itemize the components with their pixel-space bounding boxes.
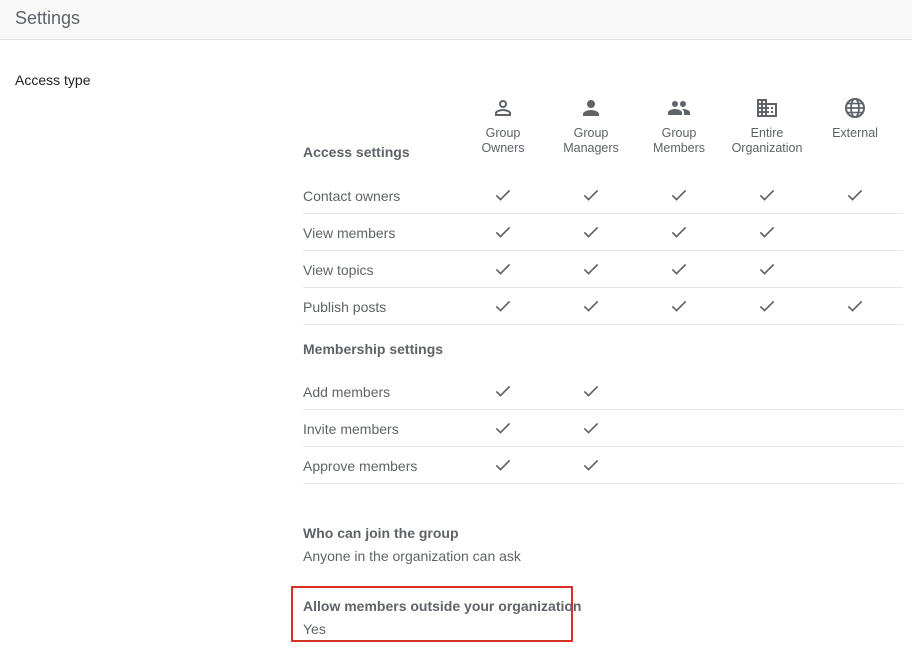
column-group-owners: Group Owners [459, 96, 547, 156]
allow-external-members-setting[interactable]: Allow members outside your organization … [291, 586, 581, 642]
column-entire-organization: Entire Organization [723, 96, 811, 156]
column-label: External [832, 126, 878, 140]
check-icon [583, 263, 599, 275]
membership-setting-row: Invite members [303, 410, 903, 447]
check-icon [583, 189, 599, 201]
check-icon [671, 189, 687, 201]
person-outline-icon [495, 100, 511, 116]
who-can-join-setting[interactable]: Who can join the group Anyone in the org… [303, 525, 521, 564]
row-label: View topics [303, 262, 374, 278]
access-setting-row: Contact owners [303, 177, 903, 214]
check-icon [759, 226, 775, 238]
column-label: Group Managers [563, 126, 619, 155]
membership-setting-row: Approve members [303, 447, 903, 484]
who-can-join-label: Who can join the group [303, 525, 459, 541]
column-label: Group Members [652, 126, 706, 155]
check-icon [671, 226, 687, 238]
who-can-join-value: Anyone in the organization can ask [303, 548, 521, 564]
column-group-managers: Group Managers [547, 96, 635, 156]
check-icon [583, 226, 599, 238]
building-icon [757, 99, 777, 117]
check-icon [495, 189, 511, 201]
access-setting-row: View topics [303, 251, 903, 288]
check-icon [583, 422, 599, 434]
check-icon [495, 385, 511, 397]
column-label: Entire Organization [731, 126, 803, 155]
allow-external-members-label: Allow members outside your organization [303, 598, 582, 614]
check-icon [847, 189, 863, 201]
row-label: Add members [303, 384, 391, 400]
column-external: External [811, 96, 899, 141]
person-icon [583, 100, 599, 116]
row-label: Publish posts [303, 299, 387, 315]
access-setting-row: View members [303, 214, 903, 251]
people-icon [668, 101, 690, 115]
check-icon [583, 385, 599, 397]
check-icon [495, 226, 511, 238]
allow-external-members-value: Yes [303, 621, 326, 637]
column-group-members: Group Members [635, 96, 723, 156]
access-setting-row: Publish posts [303, 288, 903, 325]
globe-icon [845, 98, 865, 118]
check-icon [583, 300, 599, 312]
check-icon [759, 263, 775, 275]
top-bar: Settings [0, 0, 912, 40]
check-icon [759, 189, 775, 201]
check-icon [847, 300, 863, 312]
access-type-label: Access type [15, 72, 91, 88]
access-settings-title: Access settings [303, 144, 410, 160]
row-label: View members [303, 225, 396, 241]
check-icon [671, 263, 687, 275]
check-icon [495, 422, 511, 434]
check-icon [671, 300, 687, 312]
row-label: Approve members [303, 458, 418, 474]
check-icon [495, 459, 511, 471]
check-icon [583, 459, 599, 471]
row-label: Contact owners [303, 188, 401, 204]
check-icon [759, 300, 775, 312]
page-title: Settings [15, 8, 81, 28]
membership-settings-title: Membership settings [303, 341, 444, 357]
row-label: Invite members [303, 421, 399, 437]
column-label: Group Owners [481, 126, 525, 155]
check-icon [495, 300, 511, 312]
check-icon [495, 263, 511, 275]
membership-setting-row: Add members [303, 373, 903, 410]
